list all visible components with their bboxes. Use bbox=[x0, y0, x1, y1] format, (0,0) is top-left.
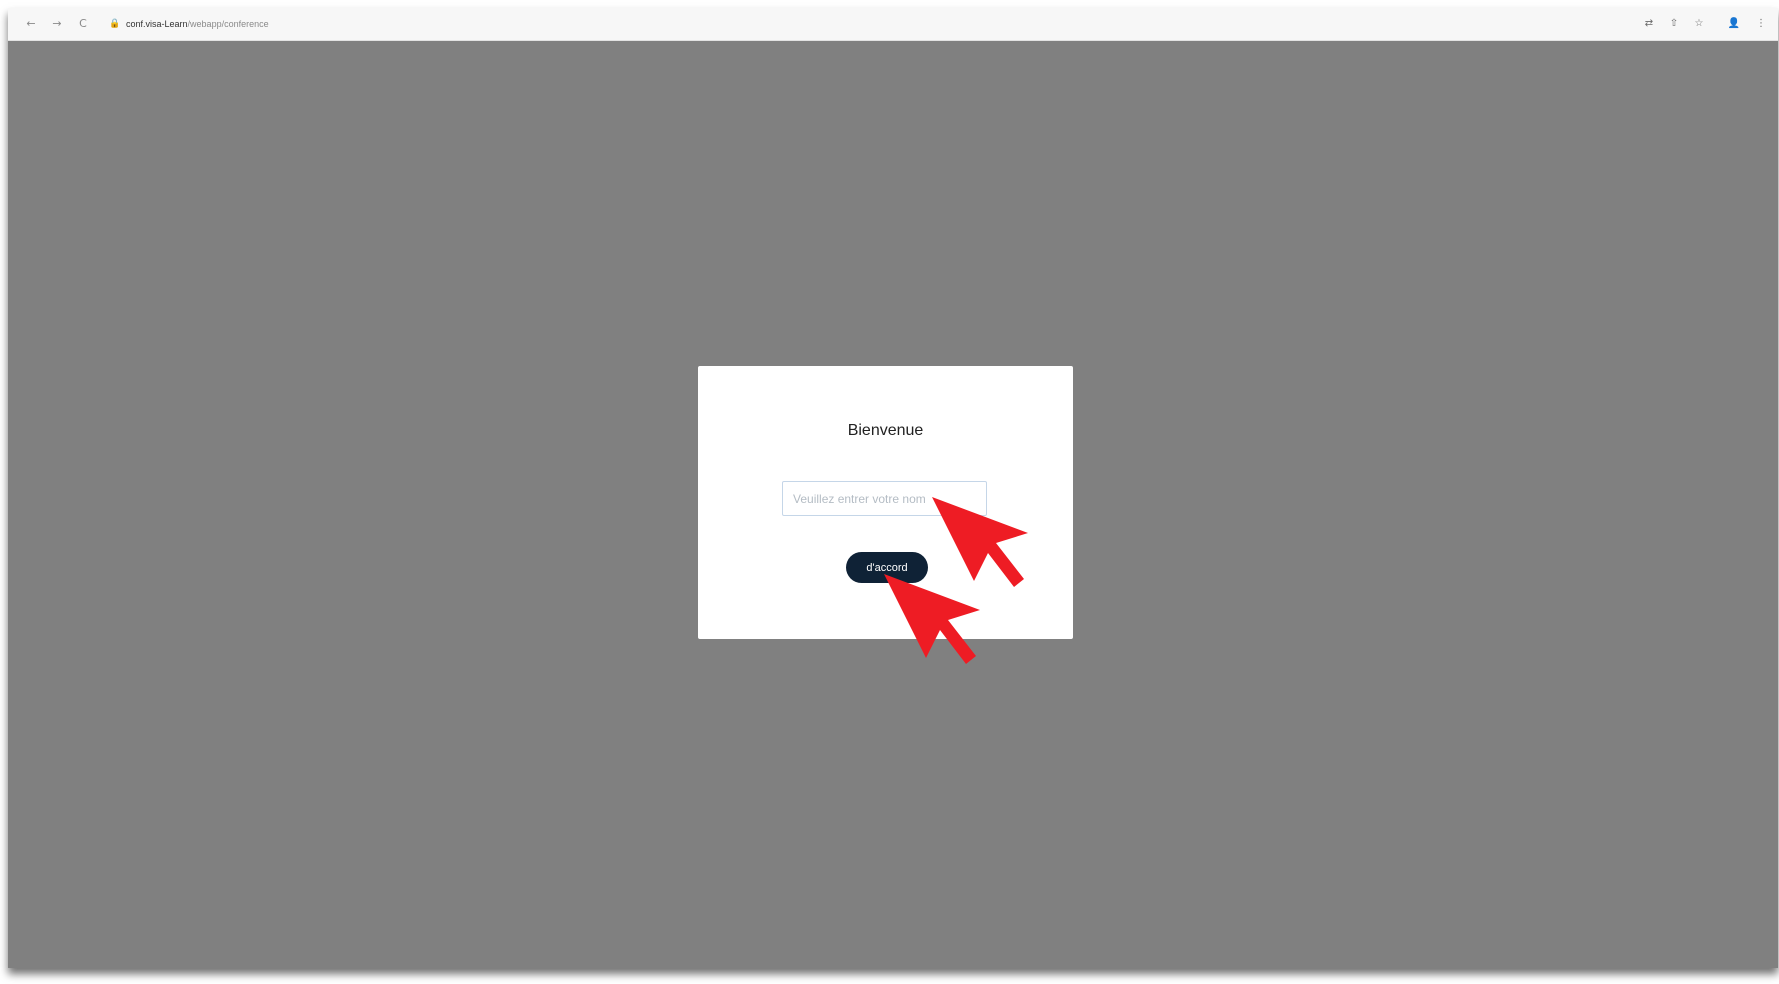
browser-toolbar: ← → C 🔒 conf.visa-Learn/webapp/conferenc… bbox=[8, 8, 1778, 41]
browser-window: ← → C 🔒 conf.visa-Learn/webapp/conferenc… bbox=[8, 8, 1778, 968]
dialog-title: Bienvenue bbox=[847, 422, 924, 439]
profile-icon[interactable]: 👤 bbox=[1726, 16, 1742, 32]
url-host: conf.visa-Learn bbox=[126, 19, 188, 29]
translate-icon[interactable]: ⇄ bbox=[1641, 16, 1657, 32]
forward-icon[interactable]: → bbox=[48, 15, 66, 33]
annotation-arrow-icon bbox=[884, 574, 980, 664]
star-icon[interactable]: ☆ bbox=[1691, 16, 1707, 32]
screenshot: ← → C 🔒 conf.visa-Learn/webapp/conferenc… bbox=[0, 0, 1779, 984]
url-path: /webapp/conference bbox=[187, 19, 269, 29]
address-bar[interactable]: conf.visa-Learn/webapp/conference bbox=[126, 17, 269, 31]
share-icon[interactable]: ⇧ bbox=[1666, 16, 1682, 32]
back-icon[interactable]: ← bbox=[22, 15, 40, 33]
lock-icon[interactable]: 🔒 bbox=[108, 17, 122, 31]
reload-icon[interactable]: C bbox=[74, 15, 92, 33]
menu-icon[interactable]: ⋮ bbox=[1753, 16, 1769, 32]
